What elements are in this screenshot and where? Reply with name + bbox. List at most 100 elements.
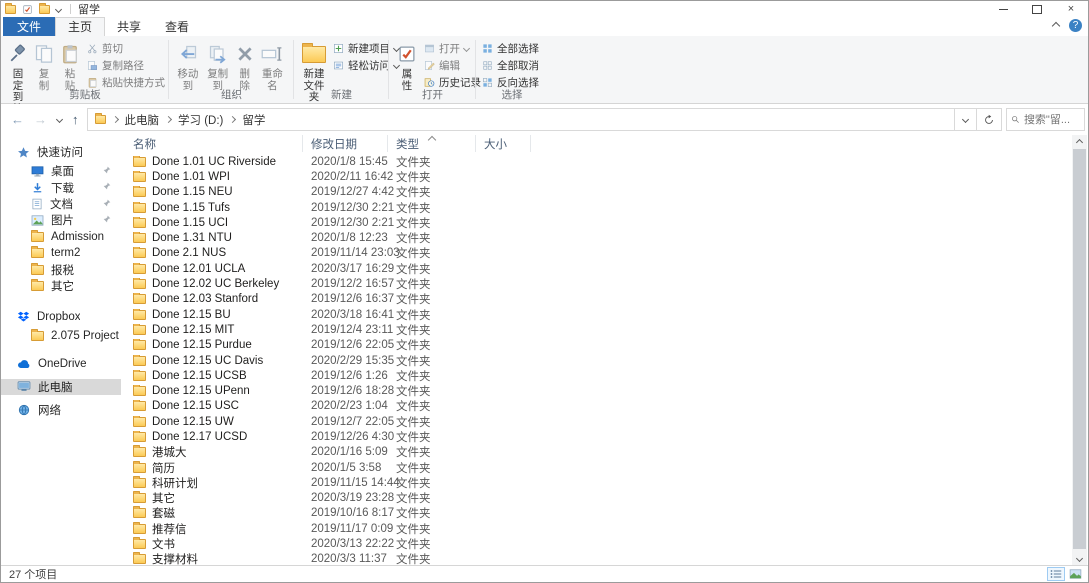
file-row[interactable]: Done 12.15 UPenn2019/12/6 18:28文件夹 — [121, 383, 1072, 398]
tab-file[interactable]: 文件 — [3, 17, 55, 36]
file-row[interactable]: Done 12.03 Stanford2019/12/6 16:37文件夹 — [121, 292, 1072, 307]
edit-button[interactable]: 编辑 — [424, 58, 481, 72]
rename-button[interactable]: 重命名 — [257, 38, 288, 92]
scroll-down-button[interactable] — [1072, 551, 1087, 565]
copy-button[interactable]: 复制 — [31, 38, 57, 92]
file-name-cell[interactable]: Done 1.01 WPI — [121, 171, 303, 183]
file-name-cell[interactable]: 套磁 — [121, 505, 303, 521]
search-box[interactable] — [1006, 108, 1085, 131]
file-name-cell[interactable]: 简历 — [121, 460, 303, 476]
file-row[interactable]: Done 12.15 Purdue2019/12/6 22:05文件夹 — [121, 338, 1072, 353]
sidebar-item-other[interactable]: 其它 — [1, 278, 121, 294]
file-name-cell[interactable]: Done 12.15 Purdue — [121, 339, 303, 351]
column-header-date-modified[interactable]: 修改日期 — [303, 135, 388, 152]
file-name-cell[interactable]: Done 12.15 UW — [121, 416, 303, 428]
file-name-cell[interactable]: Done 12.15 UCSB — [121, 370, 303, 382]
scroll-up-button[interactable] — [1072, 135, 1087, 149]
sidebar-item-pictures[interactable]: 图片 — [1, 212, 121, 228]
file-row[interactable]: Done 1.15 UCI2019/12/30 2:21文件夹 — [121, 215, 1072, 230]
column-header-name[interactable]: 名称 — [121, 135, 303, 152]
file-name-cell[interactable]: Done 12.02 UC Berkeley — [121, 278, 303, 290]
file-name-cell[interactable]: 其它 — [121, 490, 303, 506]
copy-path-button[interactable]: 复制路径 — [87, 58, 165, 72]
column-header-type[interactable]: 类型 — [388, 135, 476, 152]
sidebar-item-downloads[interactable]: 下载 — [1, 179, 121, 195]
file-name-cell[interactable]: 科研计划 — [121, 475, 303, 491]
file-row[interactable]: Done 12.01 UCLA2020/3/17 16:29文件夹 — [121, 261, 1072, 276]
breadcrumb-chevron-icon[interactable] — [165, 116, 172, 123]
file-row[interactable]: Done 12.15 BU2020/3/18 16:41文件夹 — [121, 307, 1072, 322]
sidebar-item-this-pc[interactable]: 此电脑 — [1, 379, 121, 395]
copy-to-button[interactable]: 复制到 — [203, 38, 233, 92]
sidebar-section-dropbox[interactable]: Dropbox — [1, 306, 121, 328]
file-name-cell[interactable]: Done 1.01 UC Riverside — [121, 156, 303, 168]
help-button[interactable]: ? — [1069, 19, 1082, 32]
file-row[interactable]: Done 12.15 UCSB2019/12/6 1:26文件夹 — [121, 368, 1072, 383]
file-row[interactable]: Done 12.15 UC Davis2020/2/29 15:35文件夹 — [121, 353, 1072, 368]
file-row[interactable]: 文书2020/3/13 22:22文件夹 — [121, 536, 1072, 551]
file-name-cell[interactable]: 推荐信 — [121, 521, 303, 537]
select-all-button[interactable]: 全部选择 — [482, 41, 539, 55]
file-row[interactable]: Done 2.1 NUS2019/11/14 23:03文件夹 — [121, 246, 1072, 261]
file-name-cell[interactable]: Done 12.15 UC Davis — [121, 355, 303, 367]
sidebar-item-network[interactable]: 网络 — [1, 399, 121, 421]
sidebar-item-admission[interactable]: Admission — [1, 229, 121, 245]
file-row[interactable]: Done 12.15 UW2019/12/7 22:05文件夹 — [121, 414, 1072, 429]
qat-customize-dropdown-icon[interactable] — [55, 5, 62, 12]
search-input[interactable] — [1024, 114, 1080, 126]
file-name-cell[interactable]: 港城大 — [121, 444, 303, 460]
file-row[interactable]: 简历2020/1/5 3:58文件夹 — [121, 460, 1072, 475]
breadcrumb-this-pc[interactable]: 此电脑 — [125, 112, 160, 128]
breadcrumb-drive-d[interactable]: 学习 (D:) — [178, 112, 223, 128]
breadcrumb-chevron-icon[interactable] — [229, 116, 236, 123]
forward-button[interactable]: → — [34, 112, 47, 127]
recent-locations-dropdown-icon[interactable] — [56, 116, 63, 123]
file-name-cell[interactable]: Done 1.15 Tufs — [121, 202, 303, 214]
sidebar-item-term2[interactable]: term2 — [1, 245, 121, 261]
file-row[interactable]: Done 12.17 UCSD2019/12/26 4:30文件夹 — [121, 429, 1072, 444]
file-row[interactable]: Done 1.01 UC Riverside2020/1/8 15:45文件夹 — [121, 154, 1072, 169]
move-to-button[interactable]: 移动到 — [173, 38, 203, 92]
cut-button[interactable]: 剪切 — [87, 41, 165, 55]
file-row[interactable]: Done 12.15 MIT2019/12/4 23:11文件夹 — [121, 322, 1072, 337]
file-name-cell[interactable]: Done 12.01 UCLA — [121, 263, 303, 275]
minimize-button[interactable] — [986, 1, 1020, 17]
qat-new-folder-button[interactable] — [39, 5, 50, 14]
file-row[interactable]: 套磁2019/10/16 8:17文件夹 — [121, 506, 1072, 521]
breadcrumb-chevron-icon[interactable] — [111, 116, 118, 123]
restore-button[interactable] — [1020, 1, 1054, 17]
details-view-button[interactable] — [1047, 567, 1065, 581]
file-row[interactable]: 推荐信2019/11/17 0:09文件夹 — [121, 521, 1072, 536]
vertical-scrollbar[interactable] — [1072, 135, 1087, 565]
file-name-cell[interactable]: Done 12.15 MIT — [121, 324, 303, 336]
file-name-cell[interactable]: Done 12.15 BU — [121, 309, 303, 321]
file-row[interactable]: 支撑材料2020/3/3 11:37文件夹 — [121, 552, 1072, 565]
file-name-cell[interactable]: Done 12.03 Stanford — [121, 293, 303, 305]
file-name-cell[interactable]: Done 12.15 UPenn — [121, 385, 303, 397]
file-row[interactable]: Done 12.15 USC2020/2/23 1:04文件夹 — [121, 399, 1072, 414]
open-button[interactable]: 打开 — [424, 41, 481, 55]
sidebar-section-onedrive[interactable]: OneDrive — [1, 353, 121, 375]
file-row[interactable]: 科研计划2019/11/15 14:44文件夹 — [121, 475, 1072, 490]
file-name-cell[interactable]: 支撑材料 — [121, 551, 303, 565]
file-row[interactable]: Done 1.15 NEU2019/12/27 4:42文件夹 — [121, 185, 1072, 200]
file-name-cell[interactable]: Done 12.17 UCSD — [121, 431, 303, 443]
column-header-size[interactable]: 大小 — [476, 135, 531, 152]
select-none-button[interactable]: 全部取消 — [482, 58, 539, 72]
refresh-button[interactable] — [977, 108, 1002, 131]
tab-home[interactable]: 主页 — [55, 17, 105, 36]
file-row[interactable]: 港城大2020/1/16 5:09文件夹 — [121, 445, 1072, 460]
file-row[interactable]: Done 12.02 UC Berkeley2019/12/2 16:57文件夹 — [121, 276, 1072, 291]
file-row[interactable]: Done 1.01 WPI2020/2/11 16:42文件夹 — [121, 169, 1072, 184]
file-name-cell[interactable]: Done 12.15 USC — [121, 400, 303, 412]
file-name-cell[interactable]: Done 1.15 UCI — [121, 217, 303, 229]
minimize-ribbon-icon[interactable] — [1052, 21, 1060, 29]
file-row[interactable]: Done 1.31 NTU2020/1/8 12:23文件夹 — [121, 230, 1072, 245]
back-button[interactable]: ← — [11, 112, 24, 127]
tab-view[interactable]: 查看 — [153, 17, 201, 36]
delete-button[interactable]: 删除 — [233, 38, 257, 92]
up-button[interactable]: ↑ — [72, 112, 79, 127]
paste-button[interactable]: 粘贴 — [57, 38, 83, 92]
file-row[interactable]: Done 1.15 Tufs2019/12/30 2:21文件夹 — [121, 200, 1072, 215]
file-row[interactable]: 其它2020/3/19 23:28文件夹 — [121, 491, 1072, 506]
